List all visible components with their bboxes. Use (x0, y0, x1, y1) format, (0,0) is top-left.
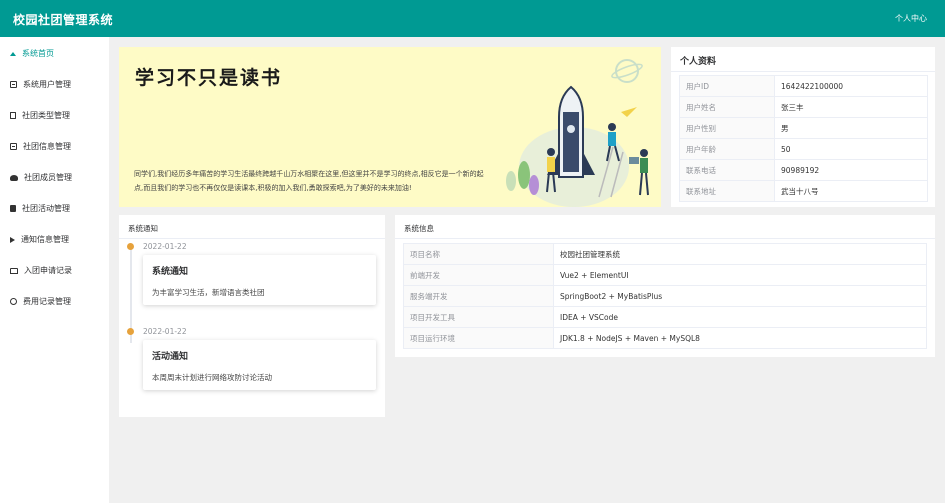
sysinfo-value: 校园社团管理系统 (553, 243, 927, 265)
notice-card[interactable]: 活动通知 本周周末计划进行网络攻防讨论活动 (143, 340, 376, 390)
building-icon (10, 143, 17, 150)
sysinfo-table: 项目名称 校园社团管理系统 前端开发 Vue2 + ElementUI 服务端开发 S… (403, 243, 927, 349)
profile-value: 1642422100000 (774, 75, 928, 97)
banner-headline: 学习不只是读书 (135, 67, 283, 89)
profile-label: 用户年龄 (679, 138, 775, 160)
notice-title: 活动通知 (152, 352, 189, 362)
profile-value: 90989192 (774, 159, 928, 181)
sidebar-item-label: 系统首页 (22, 49, 54, 58)
users-icon (10, 174, 18, 181)
sidebar-item-system-users[interactable]: 系统用户管理 (0, 69, 109, 100)
profile-table: 用户ID 1642422100000 用户姓名 张三丰 用户性别男 用户年龄 50 联… (679, 75, 928, 202)
sysinfo-label: 项目名称 (403, 243, 554, 265)
table-row: 项目名称 校园社团管理系统 (403, 243, 927, 265)
sysinfo-label: 前端开发 (403, 264, 554, 286)
top-header: 校园社团管理系统 个人中心 (0, 0, 945, 37)
profile-title: 个人资料 (680, 57, 717, 67)
divider (395, 238, 935, 239)
profile-label: 用户姓名 (679, 96, 775, 118)
profile-label: 用户性别 (679, 117, 775, 139)
sidebar-item-club-info[interactable]: 社团信息管理 (0, 131, 109, 162)
system-info-card: 系统信息 项目名称 校园社团管理系统 前端开发 Vue2 + ElementUI 服… (395, 215, 935, 357)
sysinfo-label: 项目开发工具 (403, 306, 554, 328)
table-row: 服务端开发 SpringBoot2 + MyBatisPlus (403, 285, 927, 307)
profile-value: 男 (774, 117, 928, 139)
sidebar-item-label: 通知信息管理 (21, 235, 69, 244)
sidebar-item-label: 社团活动管理 (22, 204, 70, 213)
sysinfo-value: SpringBoot2 + MyBatisPlus (553, 285, 927, 307)
timeline-dot (127, 328, 134, 335)
sysinfo-label: 服务端开发 (403, 285, 554, 307)
user-card-icon (10, 81, 17, 88)
system-notices-card: 系统通知 2022-01-22 系统通知 为丰富学习生活，新增语言类社团 202… (119, 215, 385, 417)
sidebar-item-notices[interactable]: 通知信息管理 (0, 224, 109, 255)
home-icon (10, 51, 16, 56)
document-icon (10, 112, 16, 119)
profile-label: 联系电话 (679, 159, 775, 181)
profile-value: 张三丰 (774, 96, 928, 118)
profile-card: 个人资料 用户ID 1642422100000 用户姓名 张三丰 用户性别男 用户年… (671, 47, 935, 207)
sidebar: 系统首页 系统用户管理 社团类型管理 社团信息管理 社团成员管理 社团活动管理 … (0, 37, 109, 503)
notice-text: 本周周末计划进行网络攻防讨论活动 (152, 373, 272, 382)
profile-label: 联系地址 (679, 180, 775, 202)
sidebar-item-club-types[interactable]: 社团类型管理 (0, 100, 109, 131)
notice-card[interactable]: 系统通知 为丰富学习生活，新增语言类社团 (143, 255, 376, 305)
sysinfo-value: IDEA + VSCode (553, 306, 927, 328)
sysinfo-title: 系统信息 (404, 224, 434, 233)
sidebar-item-label: 社团信息管理 (23, 142, 71, 151)
divider (671, 71, 935, 72)
timeline-date: 2022-01-22 (143, 242, 187, 251)
table-row: 用户姓名 张三丰 (679, 96, 928, 118)
profile-label: 用户ID (679, 75, 775, 97)
sidebar-item-label: 入团申请记录 (24, 266, 72, 275)
table-row: 项目开发工具 IDEA + VSCode (403, 306, 927, 328)
sidebar-item-label: 社团类型管理 (22, 111, 70, 120)
profile-value: 武当十八号 (774, 180, 928, 202)
table-row: 项目运行环境 JDK1.8 + NodeJS + Maven + MySQL8 (403, 327, 927, 349)
profile-value: 50 (774, 138, 928, 160)
sidebar-item-label: 系统用户管理 (23, 80, 71, 89)
welcome-banner: 学习不只是读书 同学们,我们经历多年痛苦的学习生活最终跨越千山万水相聚在这里,但… (119, 47, 661, 207)
table-row: 联系地址 武当十八号 (679, 180, 928, 202)
table-row: 用户年龄 50 (679, 138, 928, 160)
notices-title: 系统通知 (128, 224, 158, 233)
timeline-date: 2022-01-22 (143, 327, 187, 336)
banner-intro-text: 同学们,我们经历多年痛苦的学习生活最终跨越千山万水相聚在这里,但这里并不是学习的… (134, 170, 484, 192)
inbox-icon (10, 267, 18, 274)
clock-icon (10, 298, 17, 305)
table-row: 用户ID 1642422100000 (679, 75, 928, 97)
sidebar-item-club-activities[interactable]: 社团活动管理 (0, 193, 109, 224)
calculator-icon (10, 205, 16, 212)
sysinfo-value: Vue2 + ElementUI (553, 264, 927, 286)
sidebar-item-label: 费用记录管理 (23, 297, 71, 306)
sysinfo-value: JDK1.8 + NodeJS + Maven + MySQL8 (553, 327, 927, 349)
divider (119, 238, 385, 239)
table-row: 前端开发 Vue2 + ElementUI (403, 264, 927, 286)
sidebar-item-home[interactable]: 系统首页 (0, 38, 109, 69)
sysinfo-label: 项目运行环境 (403, 327, 554, 349)
table-row: 用户性别男 (679, 117, 928, 139)
user-center-link[interactable]: 个人中心 (895, 13, 927, 24)
sidebar-item-label: 社团成员管理 (24, 173, 72, 182)
sidebar-item-join-requests[interactable]: 入团申请记录 (0, 255, 109, 286)
notice-text: 为丰富学习生活，新增语言类社团 (152, 288, 265, 297)
app-title: 校园社团管理系统 (13, 13, 114, 27)
notice-title: 系统通知 (152, 267, 189, 277)
rocket-illustration (506, 59, 649, 207)
timeline-dot (127, 243, 134, 250)
bullhorn-icon (10, 236, 15, 243)
table-row: 联系电话 90989192 (679, 159, 928, 181)
sidebar-item-club-members[interactable]: 社团成员管理 (0, 162, 109, 193)
sidebar-item-fee-records[interactable]: 费用记录管理 (0, 286, 109, 317)
